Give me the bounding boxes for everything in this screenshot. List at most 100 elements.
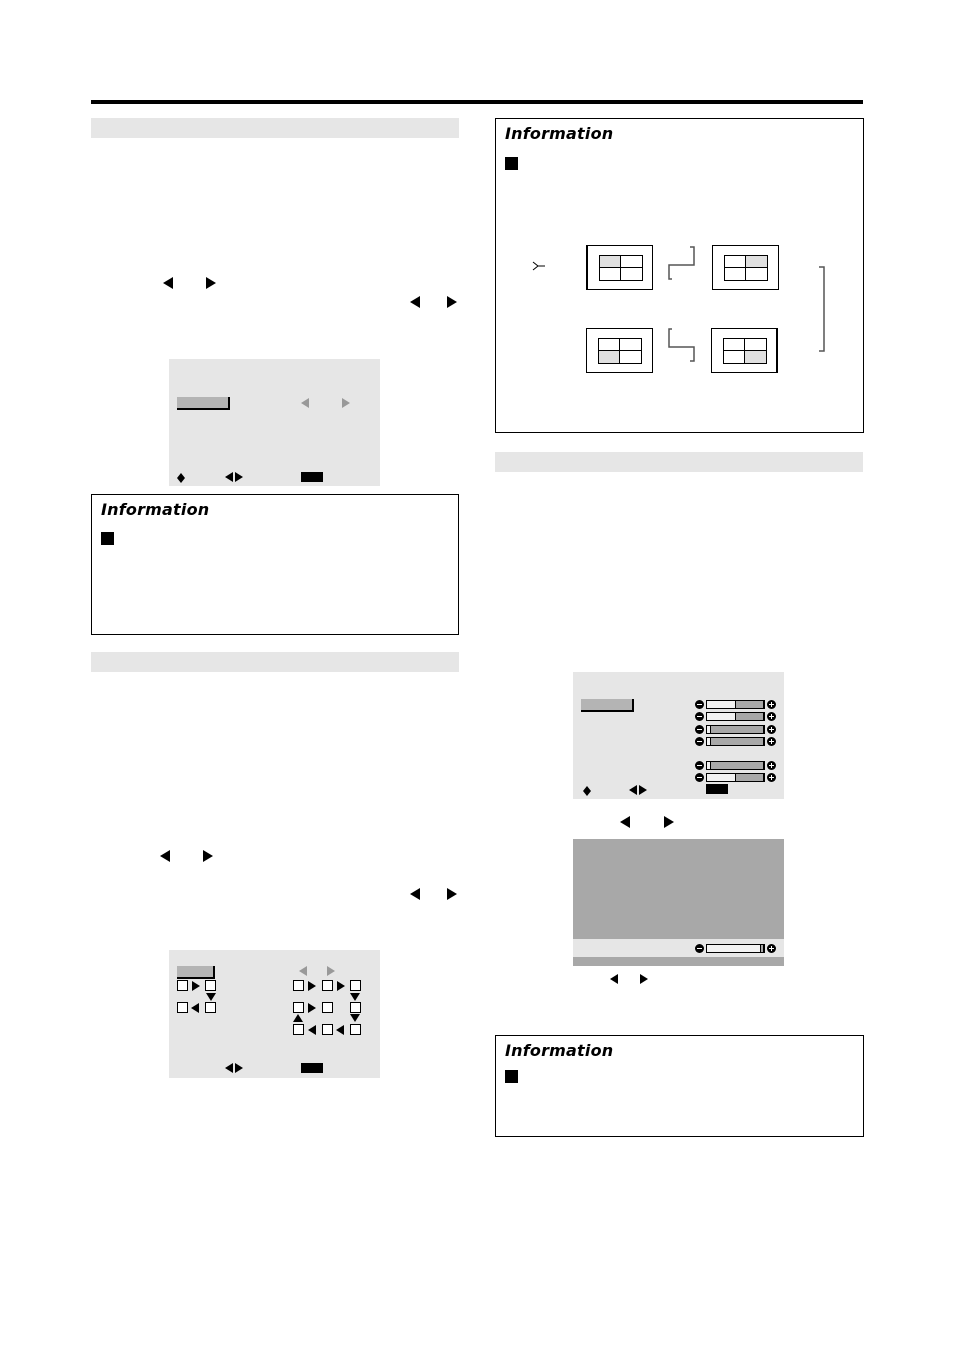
minus-icon[interactable] [695, 737, 704, 746]
left-arrow-icon [191, 1003, 199, 1013]
grid-cell-br [746, 268, 767, 280]
input-marker-icon [532, 261, 545, 271]
section-heading-bar-1 [91, 118, 459, 138]
slider-track [706, 712, 765, 721]
information-title: Information [101, 500, 210, 519]
right-arrow-icon [640, 974, 648, 984]
slider-track [706, 700, 765, 709]
adjust-bar [573, 939, 784, 957]
slider-fill [707, 738, 711, 745]
right-arrow-icon [235, 1063, 243, 1073]
screen-cell [293, 1024, 304, 1035]
left-arrow-icon [163, 277, 173, 289]
screen-cell [322, 1024, 333, 1035]
right-arrow-icon [337, 981, 345, 991]
slider-fill [707, 713, 736, 720]
grid-cell-tl [599, 339, 620, 351]
minus-icon[interactable] [695, 944, 704, 953]
exit-button-icon[interactable] [301, 472, 323, 482]
screen-cell [350, 1002, 361, 1013]
osd-menu-2 [169, 950, 380, 1078]
right-arrow-icon [203, 850, 213, 862]
grid-cell-tr [745, 339, 766, 351]
setting-slider[interactable] [695, 773, 776, 783]
up-arrow-icon [293, 1014, 303, 1022]
menu-selected-item[interactable] [581, 699, 634, 712]
minus-icon[interactable] [695, 700, 704, 709]
minus-icon[interactable] [695, 725, 704, 734]
information-box-2: Information [495, 1035, 864, 1137]
information-title: Information [505, 124, 614, 143]
minus-icon[interactable] [695, 761, 704, 770]
adjust-panel [573, 839, 784, 966]
grid-cell-tr [621, 256, 642, 268]
left-arrow-icon [336, 1025, 344, 1035]
exit-button-icon[interactable] [706, 784, 728, 794]
right-arrow-icon [206, 277, 216, 289]
right-arrow-icon [327, 966, 335, 976]
slider-fill [707, 726, 711, 733]
grid-cell-tr [620, 339, 641, 351]
menu-selected-item[interactable] [177, 397, 230, 410]
screen-grid [599, 255, 643, 281]
plus-icon[interactable] [767, 773, 776, 782]
plus-icon[interactable] [767, 944, 776, 953]
information-box-0: Information [495, 118, 864, 433]
plus-icon[interactable] [767, 761, 776, 770]
section-heading-bar-3 [495, 452, 863, 472]
screen-cell [350, 1024, 361, 1035]
bullet-square-icon [505, 157, 518, 170]
plus-icon[interactable] [767, 700, 776, 709]
grid-cell-tl [724, 339, 745, 351]
down-arrow-icon [350, 993, 360, 1001]
adjust-slider[interactable] [695, 944, 776, 954]
screen-cell [177, 1002, 188, 1013]
screen-grid [724, 255, 768, 281]
right-arrow-icon [447, 296, 457, 308]
left-arrow-icon [299, 966, 307, 976]
setting-slider[interactable] [695, 761, 776, 771]
plus-icon[interactable] [767, 725, 776, 734]
menu-selected-item[interactable] [177, 966, 215, 979]
setting-slider[interactable] [695, 700, 776, 710]
screen-cell [350, 980, 361, 991]
left-arrow-icon [160, 850, 170, 862]
slider-track [706, 725, 765, 734]
exit-button-icon[interactable] [301, 1063, 323, 1073]
osd-menu-3 [573, 672, 784, 799]
left-arrow-icon [610, 974, 618, 984]
slider-fill [707, 774, 736, 781]
screen-cell [293, 1002, 304, 1013]
top-rule [91, 100, 863, 104]
right-arrow-icon [308, 981, 316, 991]
slider-track [706, 761, 765, 770]
screen-cell [177, 980, 188, 991]
left-arrow-icon [620, 816, 630, 828]
screen-cell [322, 980, 333, 991]
left-arrow-icon [225, 1063, 233, 1073]
slider-track [706, 944, 765, 953]
right-arrow-icon [664, 816, 674, 828]
minus-icon[interactable] [695, 712, 704, 721]
bullet-square-icon [101, 532, 114, 545]
down-arrow-icon [206, 993, 216, 1001]
connector-bracket [819, 266, 825, 352]
right-arrow-icon [447, 888, 457, 900]
screen-cell [205, 980, 216, 991]
setting-slider[interactable] [695, 712, 776, 722]
minus-icon[interactable] [695, 773, 704, 782]
setting-slider[interactable] [695, 725, 776, 735]
grid-cell-br [620, 351, 641, 363]
bullet-square-icon [505, 1070, 518, 1083]
slider-track [706, 737, 765, 746]
monitor-bottom-right [711, 328, 778, 373]
plus-icon[interactable] [767, 737, 776, 746]
screen-cell [322, 1002, 333, 1013]
grid-cell-bl [725, 268, 746, 280]
grid-cell-tl [600, 256, 621, 268]
plus-icon[interactable] [767, 712, 776, 721]
grid-cell-bl [724, 351, 745, 363]
screen-cell [205, 1002, 216, 1013]
setting-slider[interactable] [695, 737, 776, 747]
monitor-bottom-left [586, 328, 653, 373]
